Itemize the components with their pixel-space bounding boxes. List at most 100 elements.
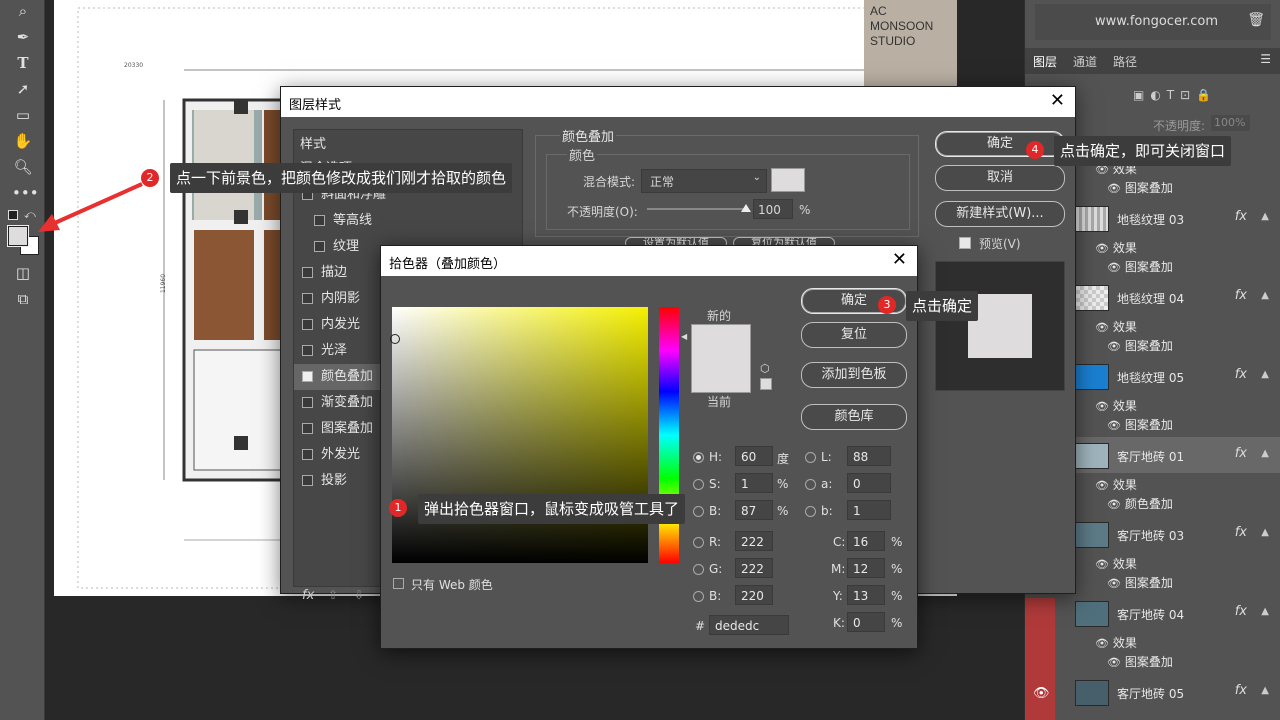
checkbox[interactable]: [302, 423, 313, 434]
effect-item[interactable]: 👁 图案叠加: [1055, 258, 1280, 276]
slider-handle[interactable]: [741, 204, 751, 212]
eye-icon[interactable]: 👁: [1095, 242, 1109, 255]
eye-icon[interactable]: 👁: [1095, 321, 1109, 334]
expand-icon[interactable]: ▲: [1261, 685, 1269, 696]
effects-row[interactable]: 👁 效果: [1055, 318, 1280, 336]
eye-icon[interactable]: 👁: [1107, 261, 1121, 274]
a-radio[interactable]: [805, 479, 816, 490]
blue-radio[interactable]: [693, 591, 704, 602]
eye-icon[interactable]: 👁: [1107, 577, 1121, 590]
h-input[interactable]: 60: [735, 446, 773, 466]
expand-icon[interactable]: ▲: [1261, 448, 1269, 459]
quickmask-icon[interactable]: ◫: [12, 262, 34, 284]
opacity-input[interactable]: 100%: [1211, 115, 1250, 131]
layer-row[interactable]: 地毯纹理 04 fx ▲: [1055, 279, 1280, 315]
effect-item[interactable]: 👁 图案叠加: [1055, 574, 1280, 592]
ok-button[interactable]: 确定: [935, 131, 1065, 157]
fx-menu-icon[interactable]: fx: [302, 588, 314, 603]
panel-menu-icon[interactable]: ☰: [1260, 52, 1271, 66]
effect-item[interactable]: 👁 图案叠加: [1055, 179, 1280, 197]
reset-button[interactable]: 复位: [801, 322, 907, 348]
default-colors-icon[interactable]: [8, 210, 18, 220]
opacity-input[interactable]: 100: [753, 199, 793, 219]
eye-icon[interactable]: 👁: [1095, 400, 1109, 413]
lab-b-input[interactable]: 1: [847, 500, 891, 520]
select-icon[interactable]: ➚: [12, 78, 34, 100]
r-radio[interactable]: [693, 537, 704, 548]
effects-row[interactable]: 👁 效果: [1055, 555, 1280, 573]
tab-layers[interactable]: 图层: [1033, 53, 1057, 70]
l-input[interactable]: 88: [847, 446, 891, 466]
a-input[interactable]: 0: [847, 473, 891, 493]
blue-input[interactable]: 220: [735, 585, 773, 605]
color-field[interactable]: [390, 307, 648, 563]
move-down-icon[interactable]: ⇩: [354, 588, 364, 602]
pen-icon[interactable]: ✒: [12, 26, 34, 48]
checkbox-checked[interactable]: [302, 371, 313, 382]
color-field-cursor[interactable]: [390, 334, 400, 344]
color-libraries-button[interactable]: 颜色库: [801, 404, 907, 430]
layer-filter-icons[interactable]: ▣◐T⊡🔒: [1133, 88, 1217, 102]
eye-icon[interactable]: 👁: [1095, 637, 1109, 650]
checkbox[interactable]: [302, 293, 313, 304]
current-color-swatch[interactable]: [691, 358, 751, 393]
s-input[interactable]: 1: [735, 473, 773, 493]
expand-icon[interactable]: ▲: [1261, 369, 1269, 380]
checkbox[interactable]: [302, 475, 313, 486]
zoom-icon[interactable]: 🔍︎: [12, 156, 34, 178]
m-input[interactable]: 12: [847, 558, 885, 578]
fx-icon[interactable]: fx: [1235, 525, 1247, 540]
preview-checkbox[interactable]: [959, 237, 971, 249]
close-icon[interactable]: ✕: [1050, 90, 1065, 111]
b-radio[interactable]: [693, 506, 704, 517]
y-input[interactable]: 13: [847, 585, 885, 605]
rect-icon[interactable]: ▭: [12, 104, 34, 126]
tab-paths[interactable]: 路径: [1113, 53, 1137, 70]
eye-icon[interactable]: 👁: [1095, 558, 1109, 571]
expand-icon[interactable]: ▲: [1261, 290, 1269, 301]
hue-slider-handle[interactable]: ◀: [681, 332, 687, 341]
eye-icon[interactable]: 👁: [1107, 656, 1121, 669]
effect-item[interactable]: 👁 颜色叠加: [1055, 495, 1280, 513]
layer-row[interactable]: 客厅地砖 05 fx ▲: [1055, 674, 1280, 710]
effect-item[interactable]: 👁 图案叠加: [1055, 653, 1280, 671]
s-radio[interactable]: [693, 479, 704, 490]
effect-item[interactable]: 👁 图案叠加: [1055, 337, 1280, 355]
effects-row[interactable]: 👁 效果: [1055, 476, 1280, 494]
add-to-swatches-button[interactable]: 添加到色板: [801, 362, 907, 388]
fx-icon[interactable]: fx: [1235, 367, 1247, 382]
trash-icon[interactable]: 🗑: [1247, 12, 1265, 28]
checkbox[interactable]: [302, 267, 313, 278]
effects-row[interactable]: 👁 效果: [1055, 397, 1280, 415]
checkbox[interactable]: [302, 449, 313, 460]
expand-icon[interactable]: ▲: [1261, 211, 1269, 222]
effect-item[interactable]: 👁 图案叠加: [1055, 416, 1280, 434]
hex-input[interactable]: dededc: [709, 615, 789, 635]
cancel-button[interactable]: 取消: [935, 165, 1065, 191]
checkbox[interactable]: [314, 241, 325, 252]
g-radio[interactable]: [693, 564, 704, 575]
eye-icon[interactable]: 👁: [1033, 686, 1050, 701]
web-only-checkbox[interactable]: [393, 578, 404, 589]
fx-icon[interactable]: fx: [1235, 446, 1247, 461]
search-icon[interactable]: ⌕: [12, 0, 34, 22]
eye-icon[interactable]: 👁: [1107, 340, 1121, 353]
type-icon[interactable]: T: [12, 52, 34, 74]
effects-row[interactable]: 👁 效果: [1055, 634, 1280, 652]
expand-icon[interactable]: ▲: [1261, 606, 1269, 617]
h-radio[interactable]: [693, 452, 704, 463]
fx-icon[interactable]: fx: [1235, 683, 1247, 698]
gamut-warning-icon[interactable]: ⬡: [760, 362, 770, 375]
k-input[interactable]: 0: [847, 612, 885, 632]
web-safe-swatch[interactable]: [760, 378, 772, 390]
layer-row[interactable]: 地毯纹理 03 fx ▲: [1055, 200, 1280, 236]
expand-icon[interactable]: ▲: [1261, 527, 1269, 538]
foreground-color-swatch[interactable]: [8, 226, 28, 246]
layer-row[interactable]: 客厅地砖 04 fx ▲: [1055, 595, 1280, 631]
fx-icon[interactable]: fx: [1235, 604, 1247, 619]
b-input[interactable]: 87: [735, 500, 773, 520]
screenmode-icon[interactable]: ⧉: [12, 288, 34, 310]
checkbox[interactable]: [302, 345, 313, 356]
hand-icon[interactable]: ✋: [12, 130, 34, 152]
close-icon[interactable]: ✕: [892, 249, 907, 270]
